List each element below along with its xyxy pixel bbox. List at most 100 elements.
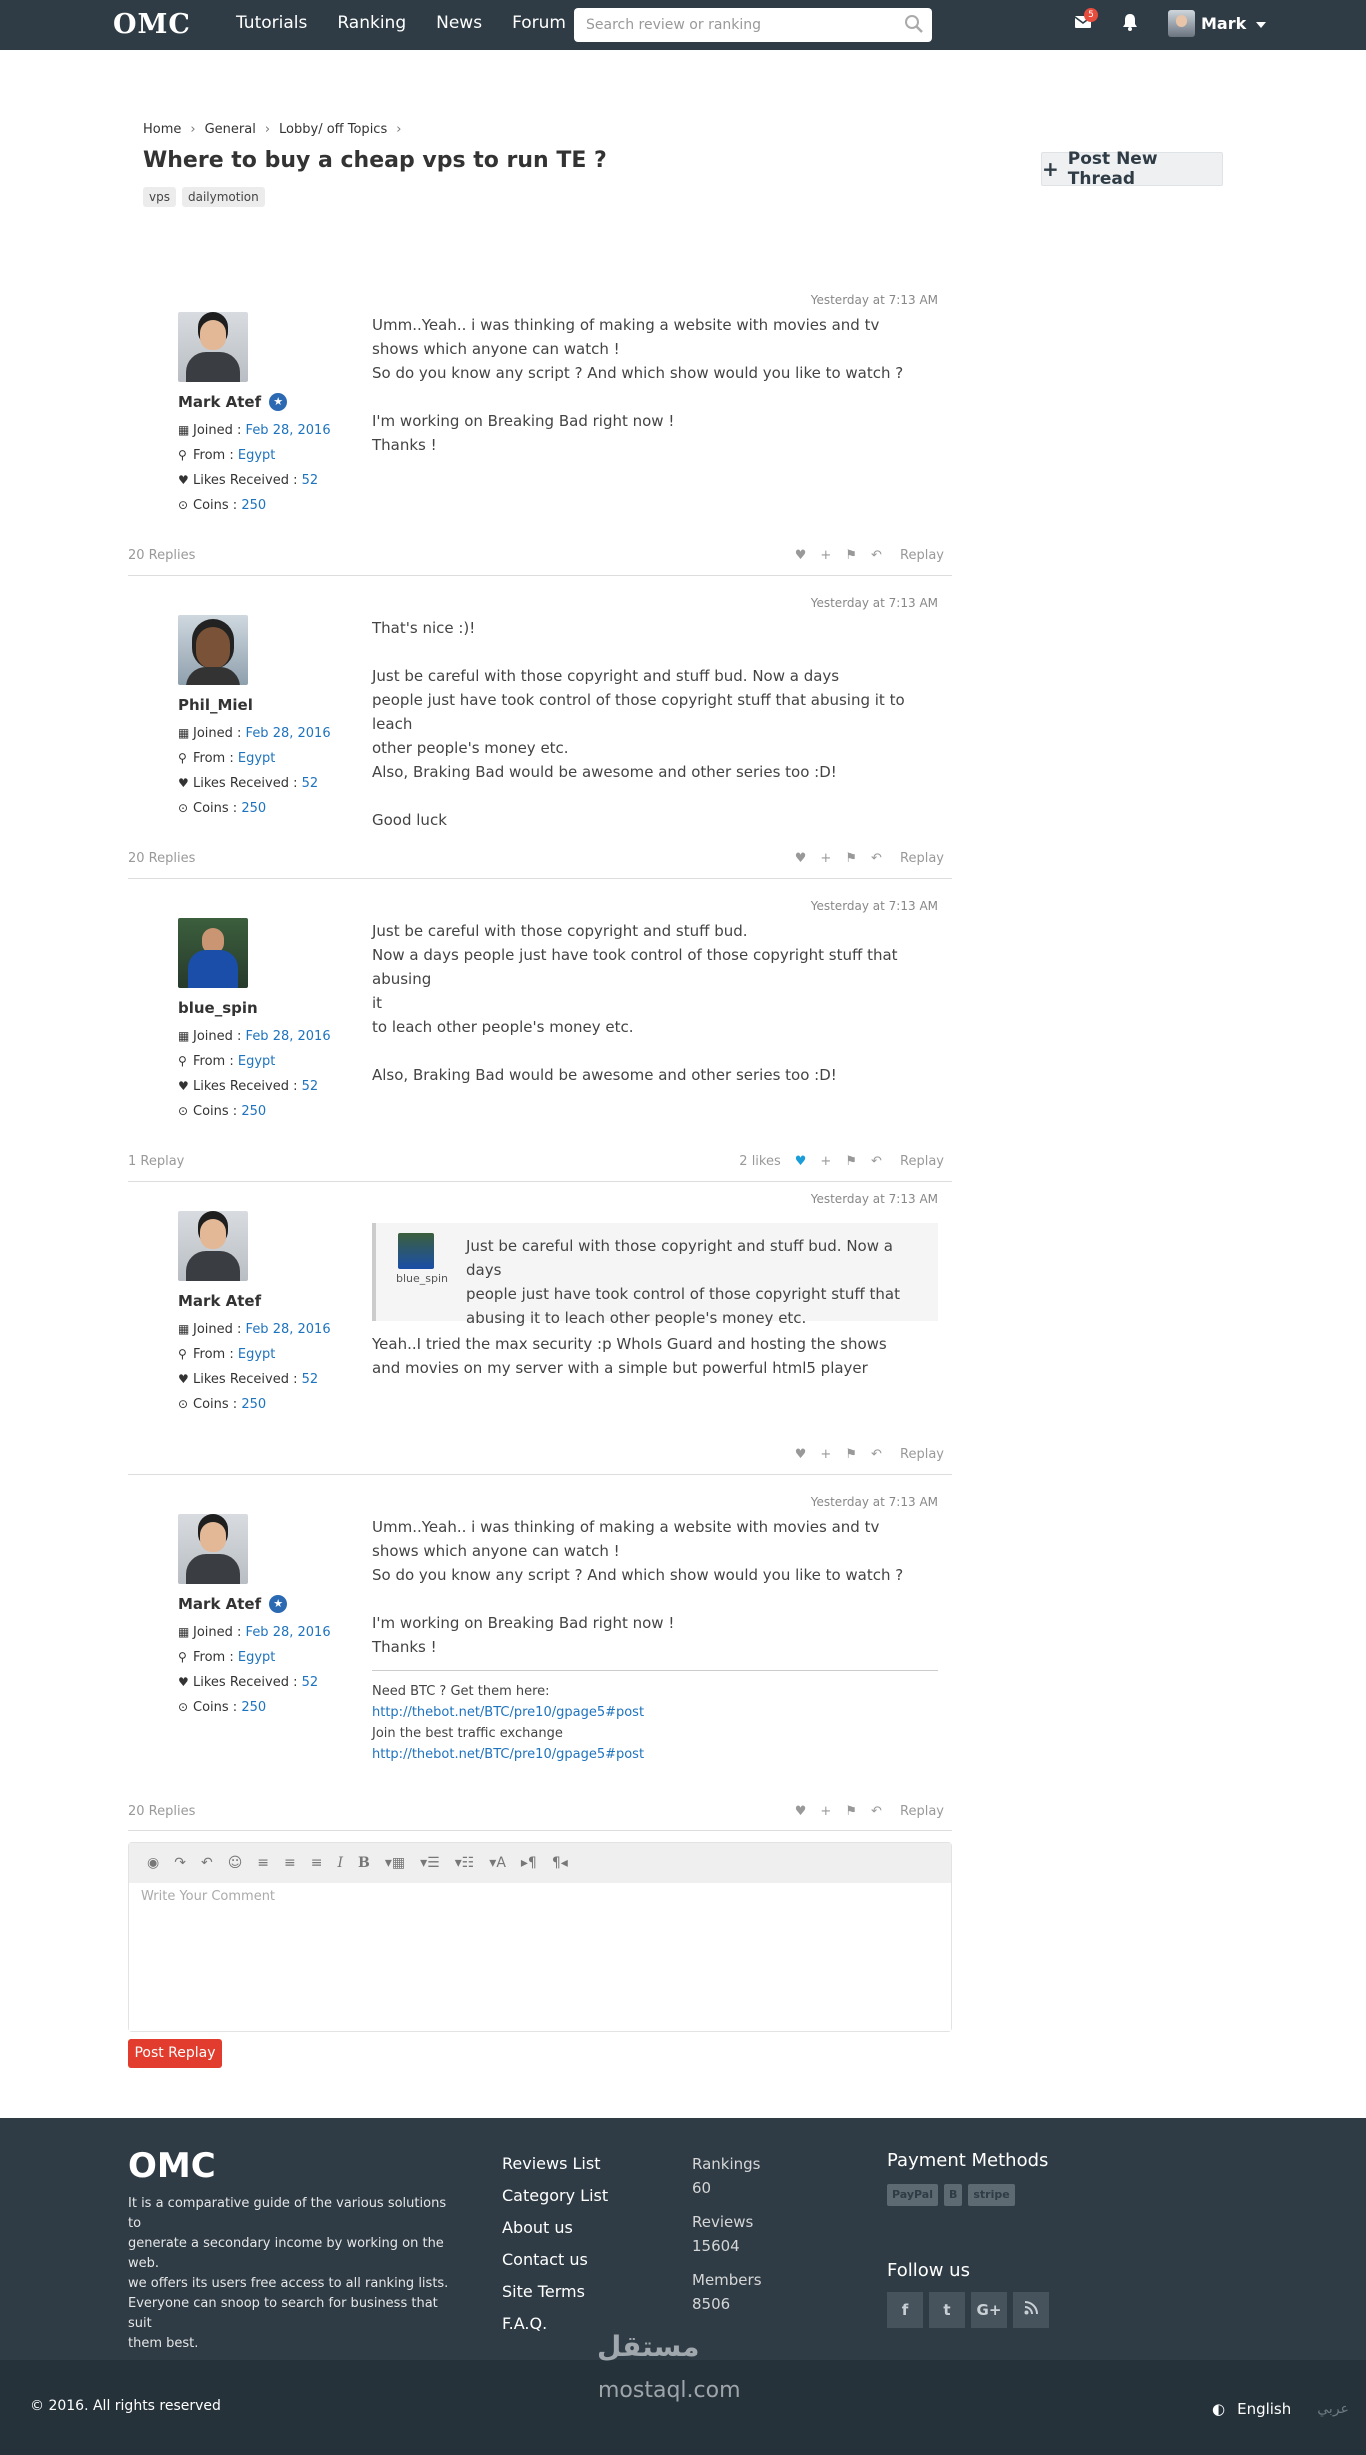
- search-input[interactable]: [574, 8, 874, 42]
- facebook-icon[interactable]: f: [887, 2292, 923, 2328]
- replies-count[interactable]: 1 Replay: [128, 1154, 184, 1169]
- nav-ranking[interactable]: Ranking: [337, 13, 406, 33]
- reply-button[interactable]: ↶ Replay: [871, 548, 944, 563]
- align-left-icon[interactable]: ≡: [257, 1855, 269, 1871]
- google-plus-icon[interactable]: G+: [971, 2292, 1007, 2328]
- divider: [128, 1830, 952, 1831]
- flag-icon[interactable]: ⚑: [845, 548, 857, 563]
- like-icon[interactable]: ♥: [795, 851, 807, 866]
- meta-label: Likes Received :: [193, 1079, 298, 1094]
- post-author[interactable]: Mark Atef: [178, 1292, 261, 1310]
- user-menu[interactable]: Mark: [1168, 10, 1267, 37]
- post-author[interactable]: Mark Atef ★: [178, 1595, 288, 1613]
- joined-date: Feb 28, 2016: [245, 1029, 331, 1044]
- language-english[interactable]: English: [1237, 2400, 1291, 2418]
- site-footer: OMC It is a comparative guide of the var…: [0, 2118, 1366, 2360]
- post-author-name: blue_spin: [178, 999, 258, 1017]
- plus-icon[interactable]: +: [820, 1154, 831, 1169]
- main-nav: Tutorials Ranking News Forum: [236, 13, 596, 33]
- footer-link-reviews-list[interactable]: Reviews List: [502, 2148, 608, 2180]
- nav-news[interactable]: News: [436, 13, 482, 33]
- nav-forum[interactable]: Forum: [512, 13, 566, 33]
- undo-icon[interactable]: ↶: [201, 1855, 213, 1871]
- align-right-icon[interactable]: ≡: [311, 1855, 323, 1871]
- tag-vps[interactable]: vps: [143, 187, 176, 207]
- plus-icon[interactable]: +: [820, 548, 831, 563]
- tag-dailymotion[interactable]: dailymotion: [181, 187, 265, 207]
- footer-link-contact-us[interactable]: Contact us: [502, 2244, 608, 2276]
- breadcrumb-home[interactable]: Home: [143, 122, 181, 137]
- avatar[interactable]: [178, 312, 248, 382]
- plus-icon[interactable]: +: [820, 1447, 831, 1462]
- reply-button[interactable]: ↶ Replay: [871, 851, 944, 866]
- replies-count[interactable]: 20 Replies: [128, 548, 195, 563]
- post-author[interactable]: blue_spin: [178, 999, 258, 1017]
- like-icon[interactable]: ♥: [795, 1804, 807, 1819]
- flag-icon[interactable]: ⚑: [845, 851, 857, 866]
- search-icon[interactable]: [904, 14, 924, 38]
- post-new-thread-button[interactable]: + Post New Thread: [1041, 149, 1223, 189]
- avatar[interactable]: [178, 918, 248, 988]
- footer-link-about-us[interactable]: About us: [502, 2212, 608, 2244]
- reply-button[interactable]: ↶ Replay: [871, 1447, 944, 1462]
- bullet-list-icon[interactable]: ▾☰: [420, 1855, 440, 1871]
- from-country[interactable]: Egypt: [238, 448, 276, 463]
- breadcrumb-lobby[interactable]: Lobby/ off Topics: [279, 122, 387, 137]
- from-country[interactable]: Egypt: [238, 1650, 276, 1665]
- replies-count[interactable]: 20 Replies: [128, 1804, 195, 1819]
- footer-link-category-list[interactable]: Category List: [502, 2180, 608, 2212]
- rtl-icon[interactable]: ¶◂: [552, 1855, 568, 1871]
- like-icon[interactable]: ♥: [795, 548, 807, 563]
- like-icon[interactable]: ♥: [795, 1154, 807, 1169]
- thread-tags: vps dailymotion: [143, 187, 271, 207]
- footer-link-site-terms[interactable]: Site Terms: [502, 2276, 608, 2308]
- twitter-icon[interactable]: t: [929, 2292, 965, 2328]
- messages-button[interactable]: 5: [1074, 8, 1098, 33]
- avatar[interactable]: [178, 1514, 248, 1584]
- quote-author[interactable]: blue_spin: [396, 1272, 448, 1285]
- location-icon: ⚲: [178, 1054, 187, 1068]
- breadcrumb-general[interactable]: General: [205, 122, 256, 137]
- reply-button[interactable]: ↶ Replay: [871, 1804, 944, 1819]
- signature-link[interactable]: http://thebot.net/BTC/pre10/gpage5#post: [372, 1744, 938, 1765]
- nav-tutorials[interactable]: Tutorials: [236, 13, 307, 33]
- replies-count[interactable]: 20 Replies: [128, 851, 195, 866]
- flag-icon[interactable]: ⚑: [845, 1154, 857, 1169]
- align-center-icon[interactable]: ≡: [284, 1855, 296, 1871]
- from-country[interactable]: Egypt: [238, 1054, 276, 1069]
- footer-logo[interactable]: OMC: [128, 2146, 216, 2186]
- table-icon[interactable]: ▾▦: [385, 1855, 405, 1871]
- redo-icon[interactable]: ↷: [174, 1855, 186, 1871]
- rss-icon[interactable]: [1013, 2292, 1049, 2328]
- notifications-button[interactable]: [1122, 13, 1138, 35]
- post-reply-button[interactable]: Post Replay: [128, 2039, 222, 2068]
- comment-input[interactable]: [129, 1883, 951, 2031]
- signature-link[interactable]: http://thebot.net/BTC/pre10/gpage5#post: [372, 1702, 938, 1723]
- post-author[interactable]: Mark Atef ★: [178, 393, 288, 411]
- plus-icon[interactable]: +: [820, 851, 831, 866]
- post-author-name: Mark Atef: [178, 393, 262, 411]
- flag-icon[interactable]: ⚑: [845, 1447, 857, 1462]
- reply-button[interactable]: ↶ Replay: [871, 1154, 944, 1169]
- bold-icon[interactable]: B: [358, 1855, 370, 1871]
- numbered-list-icon[interactable]: ▾☷: [455, 1855, 475, 1871]
- footer-link-faq[interactable]: F.A.Q.: [502, 2308, 608, 2340]
- font-size-icon[interactable]: ▾A: [489, 1855, 506, 1871]
- ltr-icon[interactable]: ▸¶: [521, 1855, 537, 1871]
- avatar[interactable]: [178, 615, 248, 685]
- post-author[interactable]: Phil_Miel: [178, 696, 253, 714]
- from-country[interactable]: Egypt: [238, 1347, 276, 1362]
- coins-count: 250: [241, 1700, 267, 1715]
- site-logo[interactable]: OMC: [113, 9, 191, 40]
- italic-icon[interactable]: I: [338, 1855, 344, 1871]
- like-icon[interactable]: ♥: [795, 1447, 807, 1462]
- plus-icon[interactable]: +: [820, 1804, 831, 1819]
- emoji-icon[interactable]: ☺: [228, 1855, 243, 1871]
- flag-icon[interactable]: ⚑: [845, 1804, 857, 1819]
- preview-icon[interactable]: ◉: [147, 1855, 159, 1871]
- joined-date: Feb 28, 2016: [245, 726, 331, 741]
- meta-label: Coins :: [193, 1397, 238, 1412]
- avatar[interactable]: [178, 1211, 248, 1281]
- language-arabic[interactable]: عربي: [1317, 2401, 1349, 2417]
- from-country[interactable]: Egypt: [238, 751, 276, 766]
